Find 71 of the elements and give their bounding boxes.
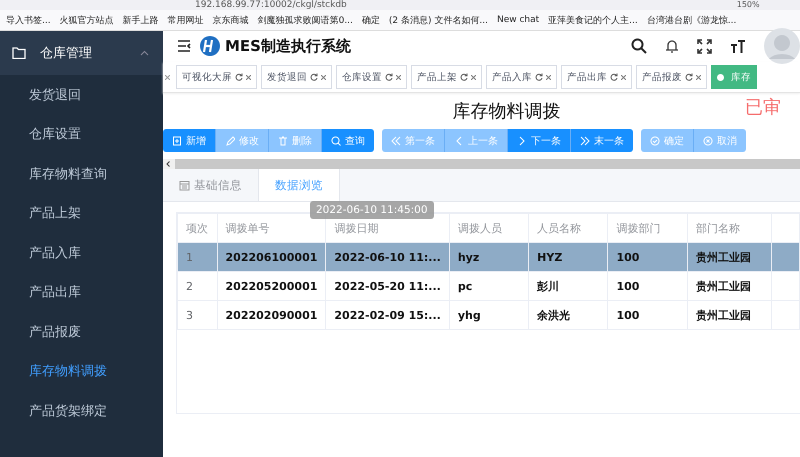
page-tag[interactable]: 仓库设置	[336, 65, 407, 89]
close-icon[interactable]	[471, 74, 476, 80]
refresh-icon[interactable]	[235, 73, 243, 81]
sidebar-item[interactable]: 库存物料查询	[0, 154, 163, 194]
logo-icon	[199, 35, 221, 57]
sidebar-item[interactable]: 产品出库	[0, 272, 163, 312]
close-icon[interactable]	[246, 74, 251, 80]
sidebar-item[interactable]: 产品货架绑定	[0, 391, 163, 430]
refresh-icon[interactable]	[460, 73, 468, 81]
refresh-icon[interactable]	[385, 73, 393, 81]
page-tag[interactable]: 产品上架	[411, 65, 482, 89]
table-row[interactable]: 1 202206100001 2022-06-10 11:... hyz HYZ 100 贵州工业园	[178, 242, 800, 272]
bookmark[interactable]: 常用网址	[168, 14, 204, 26]
horizontal-scrollbar[interactable]	[163, 159, 800, 169]
bookmark[interactable]: 京东商城	[212, 14, 249, 26]
sidebar-item[interactable]: 发货退回	[0, 75, 163, 114]
bookmark[interactable]: 新手上路	[122, 14, 159, 26]
bookmark[interactable]: 火狐官方站点	[60, 14, 114, 26]
menu-icon[interactable]	[177, 40, 191, 52]
bookmark[interactable]: 亚萍美食记的个人主...	[548, 14, 638, 26]
folder-icon	[12, 47, 26, 59]
bookmark[interactable]: 确定	[362, 14, 380, 26]
tooltip: 2022-06-10 11:45:00	[310, 201, 434, 219]
table-row[interactable]: 2 202205200001 2022-05-20 11:... pc 彭川 100 贵州工业园	[178, 272, 800, 300]
bookmark[interactable]: (2 条消息) 文件名如何...	[388, 14, 488, 26]
chevron-right-icon	[517, 136, 527, 146]
font-size-icon[interactable]	[730, 38, 746, 54]
status-label: 已审	[745, 96, 781, 119]
table-row[interactable]: 3 202202090001 2022-02-09 15:... yhg 余洪光 100 贵州工业园	[178, 300, 800, 330]
trash-icon	[278, 136, 288, 146]
sidebar-item[interactable]: 产品报废	[0, 312, 163, 352]
app-title: MES制造执行系统	[225, 36, 351, 56]
sidebar-item[interactable]: 库存物料调拨	[0, 352, 163, 391]
page-tag[interactable]: 产品报废	[636, 65, 707, 89]
close-icon[interactable]	[321, 74, 326, 80]
bookmark[interactable]: New chat	[496, 15, 540, 25]
bookmark[interactable]: 导入书签...	[6, 14, 51, 26]
fullscreen-icon[interactable]	[697, 38, 712, 54]
search-icon[interactable]	[631, 38, 647, 54]
scroll-left-icon[interactable]	[166, 161, 170, 167]
sidebar-item[interactable]: 仓库设置	[0, 114, 163, 154]
refresh-icon[interactable]	[535, 73, 543, 81]
chevron-icon	[140, 50, 149, 56]
sidebar-group[interactable]: 仓库管理	[0, 31, 163, 75]
bookmark[interactable]: 剑魔独孤求败阒语第0...	[258, 14, 353, 26]
page-tag[interactable]: 可视化大屏	[176, 65, 257, 89]
close-icon[interactable]	[696, 74, 701, 80]
double-chevron-left-icon	[391, 136, 401, 146]
page-tag[interactable]: 产品入库	[486, 65, 557, 89]
calendar-icon	[179, 180, 190, 190]
zoom-level[interactable]: 150%	[736, 0, 760, 10]
edit-icon	[225, 136, 235, 146]
search-icon	[331, 136, 341, 146]
page-tag[interactable]: 发货退回	[261, 65, 332, 89]
bell-icon[interactable]	[665, 38, 679, 54]
close-icon[interactable]	[165, 74, 170, 80]
chevron-left-icon	[454, 136, 464, 146]
refresh-icon[interactable]	[685, 73, 693, 81]
address-text[interactable]: 192.168.99.77:10002/ckgl/stckdb	[195, 0, 347, 10]
close-icon[interactable]	[396, 74, 401, 80]
refresh-icon[interactable]	[610, 73, 618, 81]
add-icon	[172, 136, 182, 146]
sidebar-item[interactable]: 产品上架	[0, 194, 163, 233]
page-tag[interactable]: 产品出库	[561, 65, 632, 89]
bookmark[interactable]: 台湾港台剧《游龙惊...	[646, 14, 736, 26]
page-title: 库存物料调拨	[452, 100, 560, 123]
sidebar-item[interactable]: 产品入库	[0, 233, 163, 272]
close-icon[interactable]	[621, 74, 626, 80]
refresh-icon[interactable]	[310, 73, 318, 81]
double-chevron-right-icon	[580, 136, 590, 146]
close-icon[interactable]	[546, 74, 551, 80]
